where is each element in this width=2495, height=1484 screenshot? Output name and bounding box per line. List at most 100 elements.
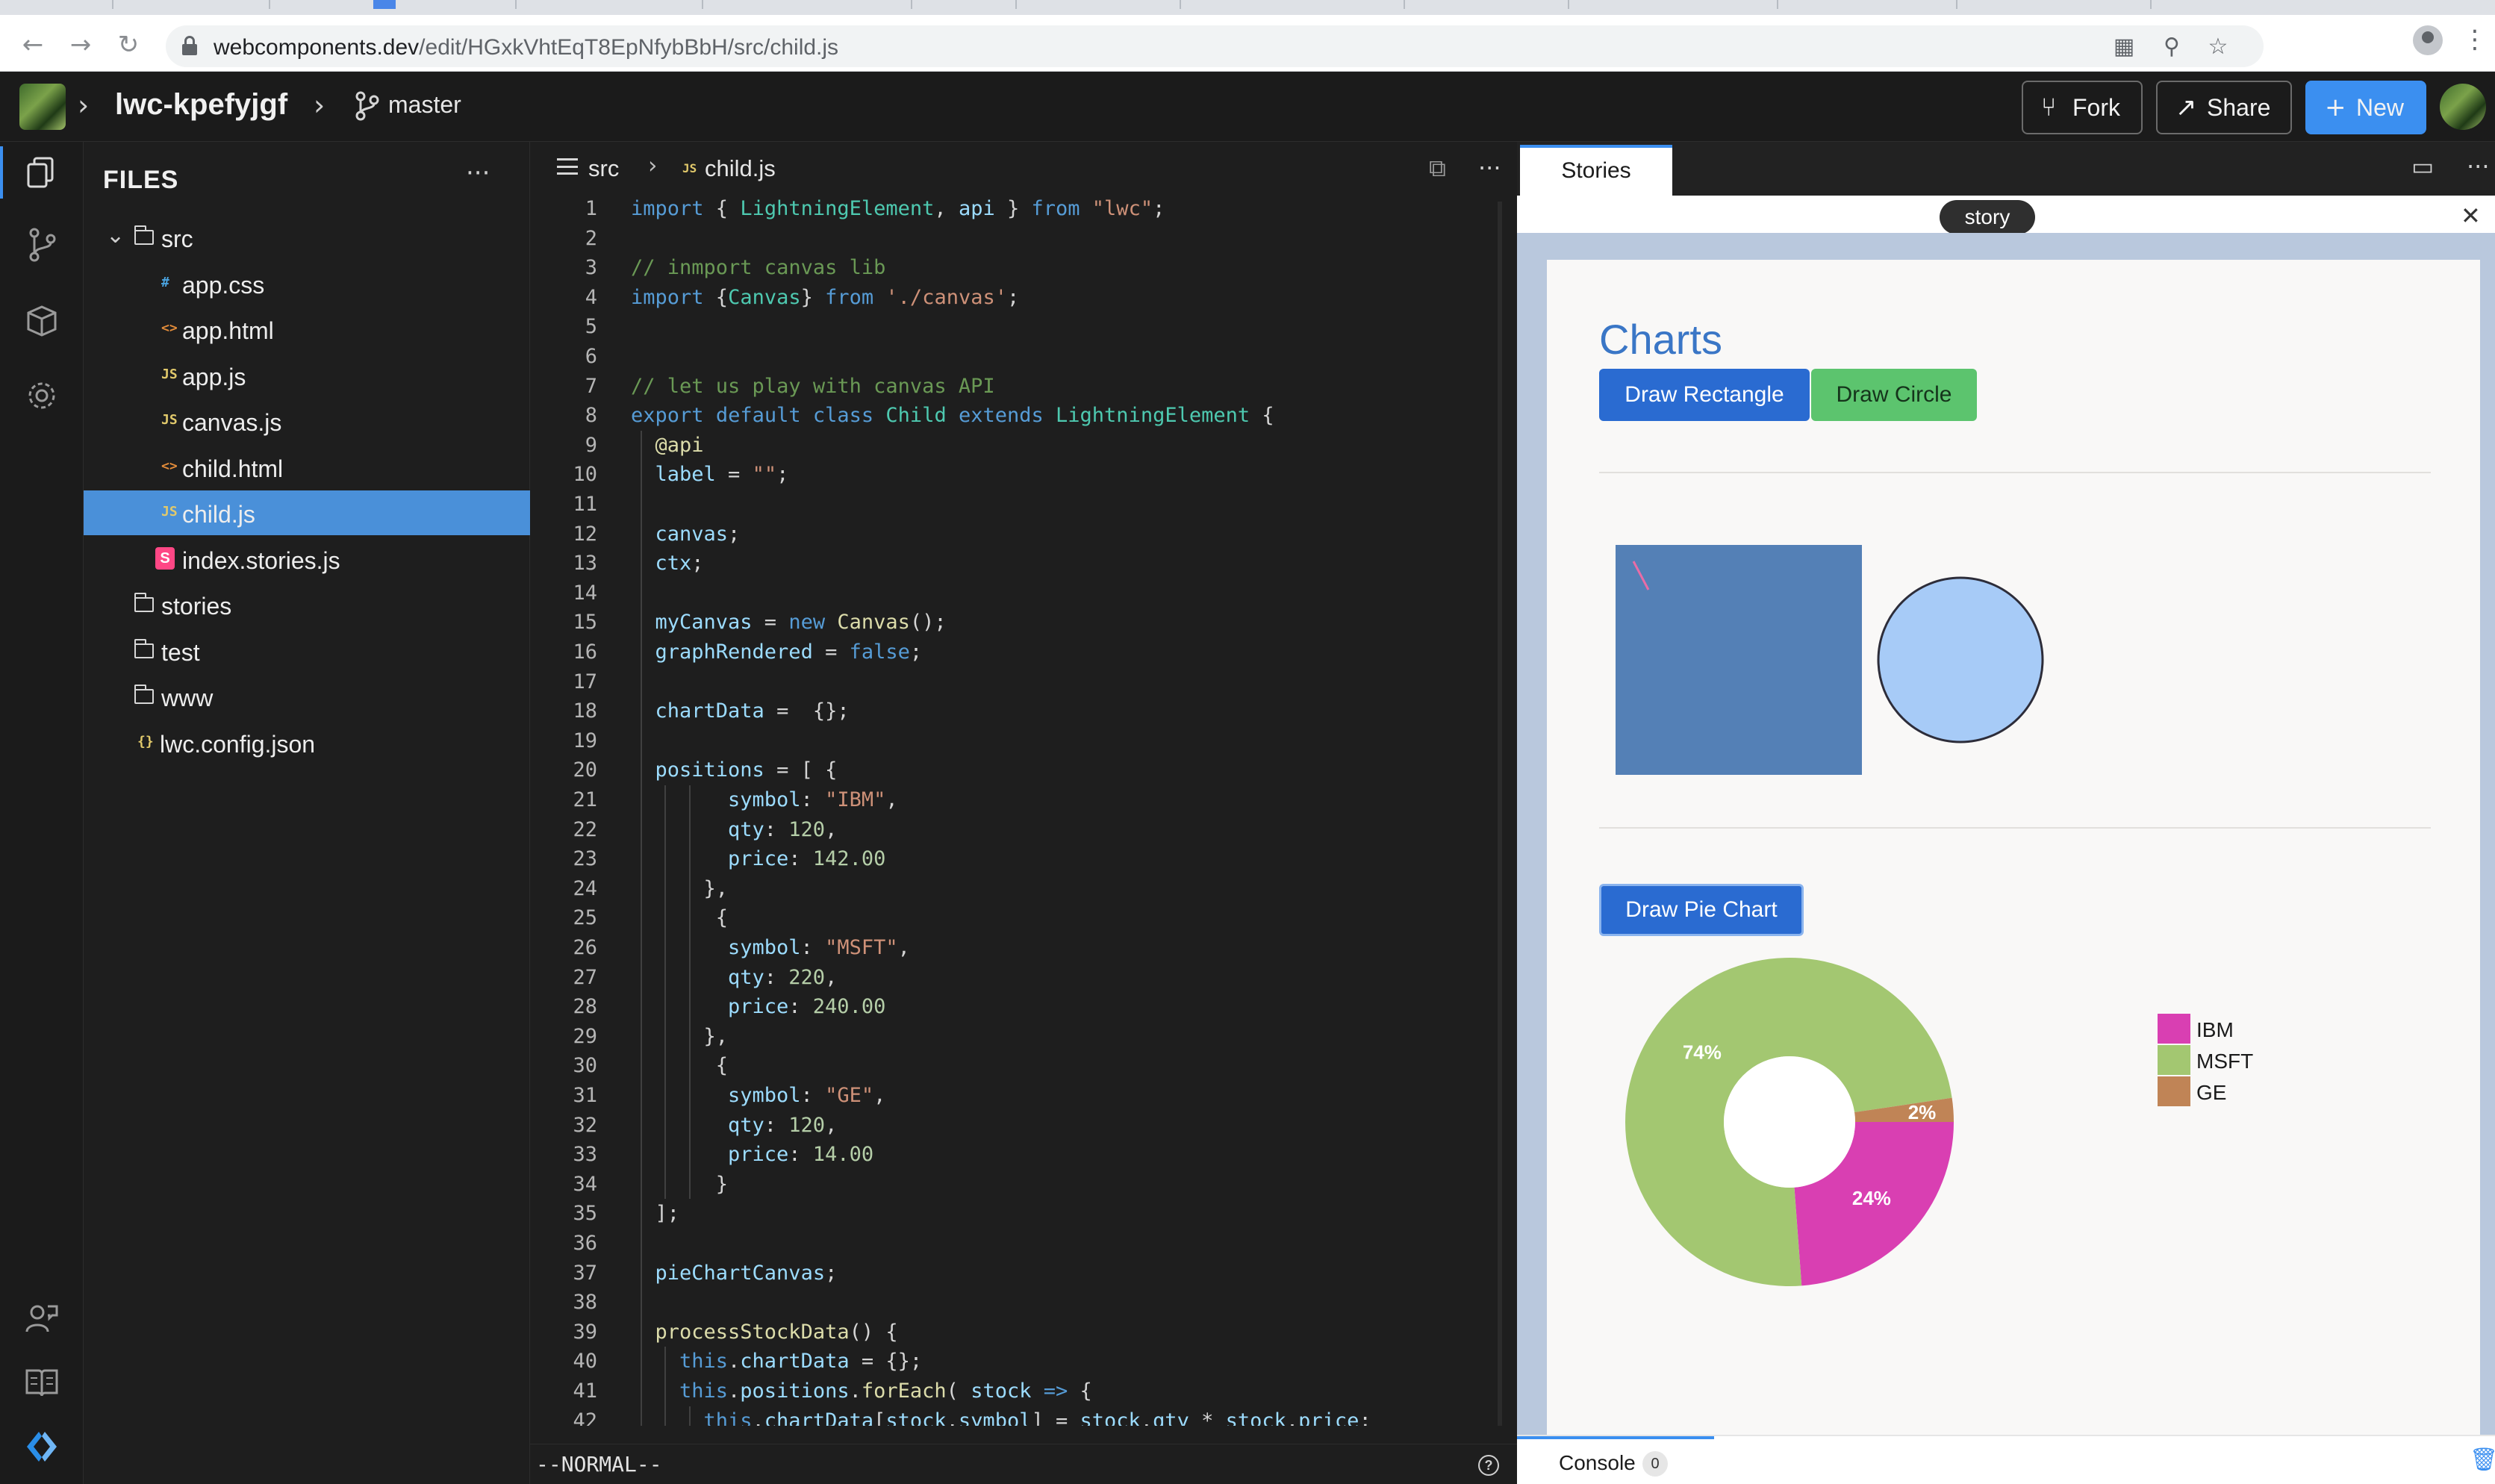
- help-icon[interactable]: ?: [1478, 1455, 1499, 1476]
- indent-guide: [664, 992, 666, 1022]
- docs-book-icon[interactable]: [22, 1363, 61, 1402]
- settings-gear-icon[interactable]: [22, 376, 61, 415]
- console-tab-underline: [1517, 1436, 1714, 1439]
- tree-item[interactable]: <> child.html: [84, 445, 530, 490]
- preview-more-icon[interactable]: ···: [2467, 152, 2490, 181]
- tree-item[interactable]: Sindex.stories.js: [84, 537, 530, 582]
- code-area[interactable]: 1 import { LightningElement, api } from "…: [530, 194, 1493, 1426]
- code-token: api: [958, 197, 995, 220]
- bookmark-star-icon[interactable]: ☆: [2204, 33, 2232, 61]
- editor-more-icon[interactable]: ···: [1478, 154, 1501, 182]
- tree-item-label: stories: [161, 593, 232, 620]
- editor-scrollbar[interactable]: [1498, 202, 1502, 1426]
- indent-guide: [640, 992, 642, 1022]
- code-token: LightningElement: [740, 197, 935, 220]
- code-token: stock: [885, 1409, 947, 1426]
- tree-item-label: canvas.js: [182, 409, 282, 436]
- code-token: =: [715, 463, 753, 487]
- code-token: Canvas: [728, 285, 801, 309]
- code-token: = [ {: [764, 758, 838, 782]
- indent-guide: [688, 933, 691, 963]
- code-text: price: 142.00: [728, 844, 885, 874]
- tree-item[interactable]: JS canvas.js: [84, 399, 530, 443]
- tree-item[interactable]: ⌄ src: [84, 215, 530, 260]
- share-icon: ↗: [2175, 93, 2197, 122]
- indent-guide: [640, 726, 642, 756]
- code-line: 33 price: 14.00: [530, 1140, 1493, 1170]
- feedback-icon[interactable]: [22, 1299, 61, 1338]
- divider: [1599, 472, 2431, 473]
- draw-pie-chart-button[interactable]: Draw Pie Chart: [1599, 884, 1804, 936]
- clear-console-icon[interactable]: 🗑: [2470, 1447, 2495, 1473]
- code-token: {: [1250, 404, 1274, 428]
- tree-item[interactable]: JS app.js: [84, 353, 530, 398]
- tree-item[interactable]: test: [84, 629, 530, 673]
- reload-icon[interactable]: ↻: [112, 28, 145, 61]
- fork-button[interactable]: ⑂ Fork: [2022, 81, 2143, 134]
- qr-code-icon[interactable]: ▦: [2110, 33, 2138, 61]
- code-token: ;: [825, 1261, 838, 1285]
- code-text: positions = [ {: [655, 755, 838, 785]
- chevron-right-icon: ›: [78, 89, 90, 122]
- webcomponents-logo-icon[interactable]: [22, 1427, 61, 1466]
- outline-menu-icon[interactable]: [557, 158, 578, 175]
- draw-rectangle-button[interactable]: Draw Rectangle: [1599, 369, 1810, 421]
- code-line: 3 // inmport canvas lib: [530, 253, 1493, 283]
- code-token: qty: [728, 1113, 764, 1137]
- breadcrumb-folder[interactable]: src: [588, 155, 619, 182]
- code-text: {: [704, 1051, 728, 1081]
- chevron-down-icon[interactable]: ⌄: [106, 222, 125, 249]
- tab-stories[interactable]: Stories: [1520, 145, 1672, 196]
- code-line: 5: [530, 312, 1493, 342]
- account-avatar[interactable]: [2440, 84, 2486, 130]
- code-text: price: 240.00: [728, 992, 885, 1022]
- zoom-icon[interactable]: ⚲: [2158, 33, 2186, 61]
- source-control-icon[interactable]: [22, 225, 61, 264]
- share-button[interactable]: ↗ Share: [2156, 81, 2292, 134]
- more-actions-icon[interactable]: ···: [466, 158, 490, 188]
- tree-item[interactable]: # app.css: [84, 261, 530, 306]
- tree-item[interactable]: JS child.js: [84, 490, 530, 535]
- user-avatar[interactable]: [19, 84, 66, 130]
- tree-item[interactable]: {} lwc.config.json: [84, 720, 530, 765]
- project-name[interactable]: lwc-kpefyjgf: [115, 88, 287, 122]
- story-selector[interactable]: story: [1940, 200, 2035, 234]
- code-token: {: [703, 285, 729, 309]
- code-text: label = "";: [655, 460, 789, 490]
- code-token: ;: [776, 463, 789, 487]
- package-icon[interactable]: [22, 302, 61, 340]
- responsive-view-icon[interactable]: ▭: [2411, 152, 2434, 181]
- tree-item[interactable]: <> app.html: [84, 307, 530, 352]
- draw-circle-button[interactable]: Draw Circle: [1811, 369, 1977, 421]
- tools-icon[interactable]: ✕: [2461, 202, 2481, 230]
- line-number: 1: [585, 197, 597, 220]
- json-file-icon: {}: [137, 733, 154, 749]
- folder-icon: [134, 685, 154, 704]
- indent-guide: [688, 844, 691, 874]
- pie-center-hole: [1724, 1056, 1855, 1188]
- code-token: "GE": [825, 1084, 874, 1107]
- tree-item[interactable]: www: [84, 674, 530, 719]
- code-text: export default class Child extends Light…: [631, 401, 1274, 431]
- code-text: pieChartCanvas;: [655, 1259, 838, 1288]
- profile-avatar-icon[interactable]: [2413, 25, 2443, 55]
- browser-menu-icon[interactable]: ⋮: [2462, 21, 2488, 58]
- breadcrumb-file[interactable]: child.js: [705, 155, 776, 182]
- split-editor-icon[interactable]: ⧉: [1429, 154, 1446, 183]
- line-number: 27: [573, 965, 597, 989]
- indent-guide: [640, 637, 642, 667]
- console-tab[interactable]: Console: [1559, 1451, 1636, 1475]
- code-token: positions: [655, 758, 764, 782]
- back-arrow-icon[interactable]: ←: [16, 28, 49, 61]
- browser-tab-strip[interactable]: [0, 0, 2495, 15]
- tree-item[interactable]: stories: [84, 582, 530, 627]
- files-icon[interactable]: [22, 154, 61, 193]
- tab-separator: [2150, 0, 2152, 9]
- indent-guide: [640, 1051, 642, 1081]
- code-token: [: [873, 1409, 886, 1426]
- branch-name[interactable]: master: [388, 91, 461, 119]
- new-button[interactable]: + New: [2305, 81, 2426, 134]
- code-token: },: [703, 876, 729, 900]
- address-bar[interactable]: webcomponents.dev/edit/HGxkVhtEqT8EpNfyb…: [166, 25, 2264, 67]
- forward-arrow-icon[interactable]: →: [64, 28, 97, 61]
